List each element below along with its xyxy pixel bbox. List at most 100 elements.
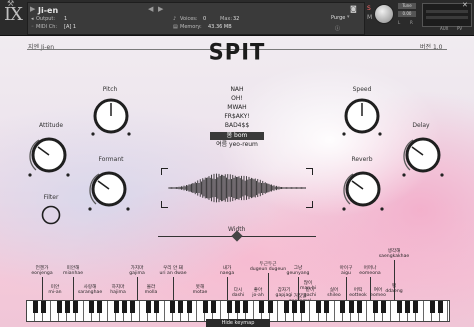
waveform-display[interactable] xyxy=(161,168,313,208)
piano-black-key[interactable] xyxy=(121,301,127,313)
phrase-item[interactable]: 여름 yeo-reum xyxy=(210,141,264,149)
piano-black-key[interactable] xyxy=(380,301,386,313)
piano-black-key[interactable] xyxy=(324,301,330,313)
filter-knob[interactable] xyxy=(40,204,62,226)
next-instrument-icon[interactable]: ▶ xyxy=(158,5,163,13)
speed-knob[interactable] xyxy=(341,95,383,137)
piano-black-key[interactable] xyxy=(235,301,241,313)
piano-black-key[interactable] xyxy=(372,301,378,313)
keymap-marker-line xyxy=(268,273,269,300)
piano-black-key[interactable] xyxy=(178,301,184,313)
piano-black-key[interactable] xyxy=(340,301,346,313)
piano-black-key[interactable] xyxy=(267,301,273,313)
piano-black-key[interactable] xyxy=(397,301,403,313)
tune-value[interactable]: 0.00 xyxy=(398,11,416,17)
piano-black-key[interactable] xyxy=(283,301,289,313)
piano-black-key[interactable] xyxy=(405,301,411,313)
keymap-word-label: 미안해 mianhae xyxy=(62,266,84,276)
piano-black-key[interactable] xyxy=(348,301,354,313)
reverb-label: Reverb xyxy=(351,156,373,163)
aux-button[interactable]: AUX xyxy=(440,26,448,31)
voices-label: Voices: xyxy=(180,16,198,22)
phrase-item[interactable]: MWAH xyxy=(210,104,264,112)
output-icon: ◂ xyxy=(31,16,34,22)
midi-icon: ◦ xyxy=(31,24,34,30)
piano-black-key[interactable] xyxy=(210,301,216,313)
tune-knob[interactable] xyxy=(374,4,394,24)
camera-icon[interactable]: ◙ xyxy=(350,5,357,13)
piano-black-key[interactable] xyxy=(429,301,435,313)
piano-black-key[interactable] xyxy=(97,301,103,313)
keymap-word-label: 다시 dashi xyxy=(231,288,245,298)
phrase-item-selected[interactable]: 봄 bom xyxy=(210,132,264,140)
keymap-word-label: 몰라 molla xyxy=(144,285,158,295)
piano-black-key[interactable] xyxy=(356,301,362,313)
reverb-knob[interactable] xyxy=(340,166,386,212)
solo-button[interactable]: S xyxy=(367,5,371,12)
purge-menu[interactable]: Purge xyxy=(331,15,345,21)
piano-black-key[interactable] xyxy=(73,301,79,313)
hide-keymap-button[interactable]: Hide keymap xyxy=(206,319,270,327)
midi-value[interactable]: [A] 1 xyxy=(64,24,76,30)
pitch-knob[interactable] xyxy=(90,95,132,137)
piano-black-key[interactable] xyxy=(202,301,208,313)
voices-value: 0 xyxy=(203,16,207,22)
keymap-word-label: 좋아 jo-ah xyxy=(252,288,264,298)
piano-black-key[interactable] xyxy=(113,301,119,313)
prev-instrument-icon[interactable]: ◀ xyxy=(148,5,153,13)
piano-black-key[interactable] xyxy=(186,301,192,313)
keymap-marker-line xyxy=(42,277,43,300)
piano-black-key[interactable] xyxy=(32,301,38,313)
piano-black-key[interactable] xyxy=(170,301,176,313)
memory-icon: ▤ xyxy=(173,24,178,30)
piano-black-key[interactable] xyxy=(154,301,160,313)
piano-black-key[interactable] xyxy=(65,301,70,313)
output-value[interactable]: 1 xyxy=(64,16,67,22)
max-label: Max: xyxy=(220,16,233,22)
collapse-arrow-icon[interactable]: ▶ xyxy=(30,5,35,13)
phrase-item[interactable]: OH! xyxy=(210,95,264,103)
mute-button[interactable]: M xyxy=(367,14,372,21)
piano-black-key[interactable] xyxy=(146,301,151,313)
max-voices-value[interactable]: 32 xyxy=(233,16,239,22)
purge-dropdown-icon[interactable]: ▾ xyxy=(347,14,350,20)
pitch-label: Pitch xyxy=(102,86,118,93)
keymap-word-label: 많이 man-hi xyxy=(299,281,317,291)
instrument-info-panel: ▶ Ji-en ◀ ▶ ◂ Output: 1 ◦ MIDI Ch: [A] 1… xyxy=(27,2,365,35)
phrase-item[interactable]: FR$AKY! xyxy=(210,113,264,121)
phrase-item[interactable]: NAH xyxy=(210,86,264,94)
piano-black-key[interactable] xyxy=(227,301,232,313)
pv-button[interactable]: PV xyxy=(457,26,462,31)
piano-black-key[interactable] xyxy=(243,301,249,313)
keymap-word-label: 미안 mi-an xyxy=(48,285,62,295)
piano-black-key[interactable] xyxy=(40,301,46,313)
close-icon[interactable]: ✕ xyxy=(462,1,468,9)
piano-black-key[interactable] xyxy=(299,301,305,313)
meter-bar-right xyxy=(426,16,468,19)
tune-label: Tune xyxy=(398,3,416,9)
keymap-word-label: 하지마 hajima xyxy=(110,285,126,295)
attitude-knob[interactable] xyxy=(26,132,72,178)
kontakt-instrument-window: ⚒ IX ▶ Ji-en ◀ ▶ ◂ Output: 1 ◦ MIDI Ch: … xyxy=(0,0,474,327)
phrase-item[interactable]: BAD4$$ xyxy=(210,122,264,130)
piano-black-key[interactable] xyxy=(89,301,95,313)
formant-label: Formant xyxy=(98,156,124,163)
keymap-word-label: 못해 motae xyxy=(192,285,208,295)
instrument-name[interactable]: Ji-en xyxy=(38,6,58,15)
delay-knob[interactable] xyxy=(400,132,446,178)
piano-black-key[interactable] xyxy=(316,301,322,313)
delay-label: Delay xyxy=(412,122,430,129)
formant-knob[interactable] xyxy=(86,166,132,212)
keymap-marker-line xyxy=(346,277,347,300)
keymap-word-label: 어머나 eomeona xyxy=(359,266,381,276)
piano-black-key[interactable] xyxy=(437,301,443,313)
piano-black-key[interactable] xyxy=(413,301,419,313)
info-icon[interactable]: ⓘ xyxy=(335,25,340,32)
piano-black-key[interactable] xyxy=(129,301,135,313)
piano-black-key[interactable] xyxy=(56,301,62,313)
memory-label: Memory: xyxy=(180,24,202,30)
piano-black-key[interactable] xyxy=(291,301,297,313)
keymap-word-label: 언젠가 eonjenga xyxy=(31,266,53,276)
keymap-word-label: 내가 naega xyxy=(219,266,235,276)
piano-black-key[interactable] xyxy=(259,301,265,313)
